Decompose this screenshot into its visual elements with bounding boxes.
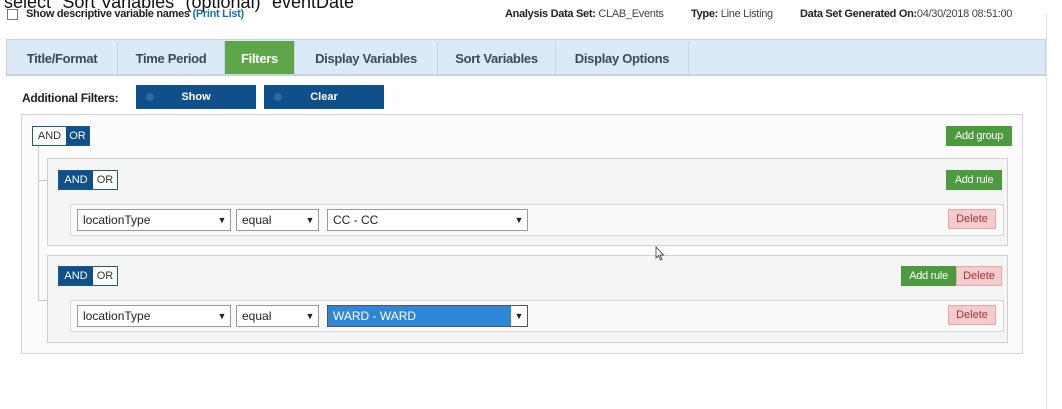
group-2-or-button[interactable]: OR <box>93 267 117 285</box>
tab-sort-variables[interactable]: Sort Variables <box>438 41 556 75</box>
trash-icon <box>274 93 282 101</box>
rule-2-value-select[interactable]: WARD - WARD ▼ <box>327 305 528 327</box>
group-2-add-rule-button[interactable]: Add rule <box>901 266 956 286</box>
tree-connector <box>38 146 39 301</box>
eye-icon <box>146 93 154 101</box>
rule-2-delete-button[interactable]: Delete <box>948 305 996 325</box>
group-2-condition-toggle: AND OR <box>58 266 118 286</box>
rule-1-delete-button[interactable]: Delete <box>948 209 996 229</box>
descriptive-names-label: Show descriptive variable names (Print L… <box>26 8 244 20</box>
rule-2-field-select[interactable]: locationType ▼ <box>77 305 231 327</box>
header-bar: Show descriptive variable names (Print L… <box>0 4 1062 22</box>
tab-title-format[interactable]: Title/Format <box>7 41 118 75</box>
chevron-down-icon: ▼ <box>514 215 524 225</box>
chevron-down-icon: ▼ <box>217 311 227 321</box>
chevron-down-icon: ▼ <box>305 215 315 225</box>
tab-filters[interactable]: Filters <box>225 41 295 75</box>
descriptive-names-checkbox[interactable] <box>7 9 18 20</box>
analysis-dataset-info: Analysis Data Set: CLAB_Events <box>505 8 664 20</box>
clear-button[interactable]: Clear <box>264 85 384 109</box>
group-1-add-rule-button[interactable]: Add rule <box>946 170 1002 190</box>
additional-filters-label: Additional Filters: <box>22 91 119 105</box>
print-list-link[interactable]: (Print List) <box>193 8 245 20</box>
group-1-or-button[interactable]: OR <box>93 171 117 189</box>
type-info: Type: Line Listing <box>691 8 773 20</box>
group-2-delete-button[interactable]: Delete <box>956 266 1002 286</box>
tab-bar: Title/Format Time Period Filters Display… <box>6 39 1046 75</box>
chevron-down-icon: ▼ <box>217 215 227 225</box>
root-and-button[interactable]: AND <box>33 127 66 145</box>
scrollbar[interactable] <box>1046 14 1047 409</box>
rule-2-operator-select[interactable]: equal ▼ <box>236 305 319 327</box>
root-condition-toggle: AND OR <box>32 126 90 146</box>
rule-1-field-select[interactable]: locationType ▼ <box>77 209 231 231</box>
tab-display-variables[interactable]: Display Variables <box>295 41 438 75</box>
group-1-and-button[interactable]: AND <box>59 171 93 189</box>
group-2-and-button[interactable]: AND <box>59 267 93 285</box>
tab-underline <box>6 74 1046 76</box>
chevron-down-icon: ▼ <box>511 306 527 326</box>
rule-1-value-select[interactable]: CC - CC ▼ <box>327 209 528 231</box>
generated-on-info: Data Set Generated On:04/30/2018 08:51:0… <box>800 8 1013 20</box>
tab-display-options[interactable]: Display Options <box>556 41 689 75</box>
group-1-condition-toggle: AND OR <box>58 170 118 190</box>
rule-1-operator-select[interactable]: equal ▼ <box>236 209 319 231</box>
add-group-button[interactable]: Add group <box>946 126 1012 146</box>
tab-time-period[interactable]: Time Period <box>118 41 225 75</box>
mouse-cursor-icon <box>655 246 665 261</box>
root-or-button[interactable]: OR <box>66 127 89 145</box>
chevron-down-icon: ▼ <box>305 311 315 321</box>
show-button[interactable]: Show <box>136 85 256 109</box>
